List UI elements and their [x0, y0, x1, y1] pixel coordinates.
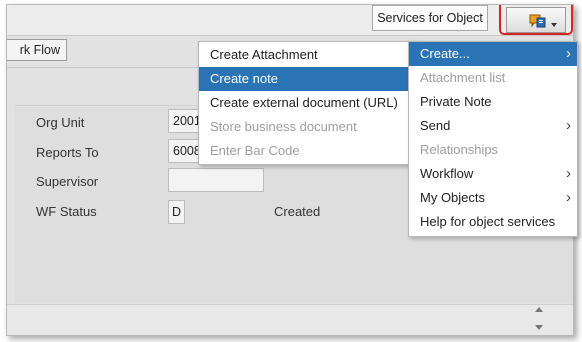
menu-item-label: Send — [420, 118, 451, 133]
submenu-item-label: Enter Bar Code — [210, 143, 300, 158]
menu-item-workflow[interactable]: Workflow › — [409, 162, 577, 186]
menu-item-create[interactable]: Create... › — [409, 42, 577, 66]
services-for-object-button[interactable]: Services for Object — [372, 5, 488, 31]
org-unit-label: Org Unit — [36, 115, 85, 130]
workflow-button-label: rk Flow — [19, 43, 60, 57]
scroll-up-icon[interactable] — [535, 307, 543, 312]
callout-highlight-box — [499, 5, 573, 35]
wf-status-value: D — [172, 205, 182, 219]
menu-item-label: Private Note — [420, 94, 492, 109]
application-toolbar: Services for Object — [7, 5, 573, 35]
menu-item-label: Relationships — [420, 142, 499, 157]
chevron-right-icon: › — [566, 165, 571, 182]
services-menu: Create... › Attachment list Private Note … — [408, 41, 578, 237]
reports-to-value: 6008 — [173, 144, 201, 158]
submenu-item-create-attachment[interactable]: Create Attachment — [199, 43, 413, 67]
submenu-item-label: Create note — [210, 71, 278, 86]
menu-item-send[interactable]: Send › — [409, 114, 577, 138]
menu-item-label: My Objects — [420, 190, 486, 205]
chevron-right-icon: › — [566, 45, 571, 62]
workflow-button[interactable]: rk Flow — [7, 39, 67, 61]
menu-item-private-note[interactable]: Private Note — [409, 90, 577, 114]
supervisor-field[interactable] — [168, 168, 264, 192]
reports-to-label: Reports To — [36, 145, 99, 160]
status-bar — [7, 304, 573, 335]
submenu-item-label: Store business document — [210, 119, 357, 134]
services-for-object-label: Services for Object — [377, 11, 483, 25]
submenu-item-label: Create external document (URL) — [210, 95, 398, 110]
submenu-item-store-business-document: Store business document — [199, 115, 413, 139]
menu-item-attachment-list: Attachment list — [409, 66, 577, 90]
menu-item-label: Create... — [420, 46, 470, 61]
create-submenu: Create Attachment Create note Create ext… — [198, 41, 414, 165]
submenu-item-create-note[interactable]: Create note — [199, 67, 413, 91]
screenshot-canvas: Services for Object rk Flow Org Unit 200… — [0, 0, 582, 342]
menu-item-relationships: Relationships — [409, 138, 577, 162]
toolbar-divider — [7, 35, 573, 36]
menu-item-help-object-services[interactable]: Help for object services — [409, 210, 577, 234]
submenu-item-label: Create Attachment — [210, 47, 318, 62]
submenu-item-create-external-document[interactable]: Create external document (URL) — [199, 91, 413, 115]
org-unit-value: 2001 — [173, 114, 201, 128]
supervisor-label: Supervisor — [36, 174, 99, 189]
chevron-right-icon: › — [566, 117, 571, 134]
menu-item-label: Attachment list — [420, 70, 506, 85]
menu-item-my-objects[interactable]: My Objects › — [409, 186, 577, 210]
chevron-right-icon: › — [566, 189, 571, 206]
menu-item-label: Help for object services — [420, 214, 556, 229]
wf-status-field[interactable]: D — [168, 200, 185, 224]
menu-item-label: Workflow — [420, 166, 474, 181]
wf-status-text: Created — [274, 204, 321, 219]
scroll-down-icon[interactable] — [535, 325, 543, 330]
submenu-item-enter-bar-code: Enter Bar Code — [199, 139, 413, 163]
wf-status-label: WF Status — [36, 204, 97, 219]
